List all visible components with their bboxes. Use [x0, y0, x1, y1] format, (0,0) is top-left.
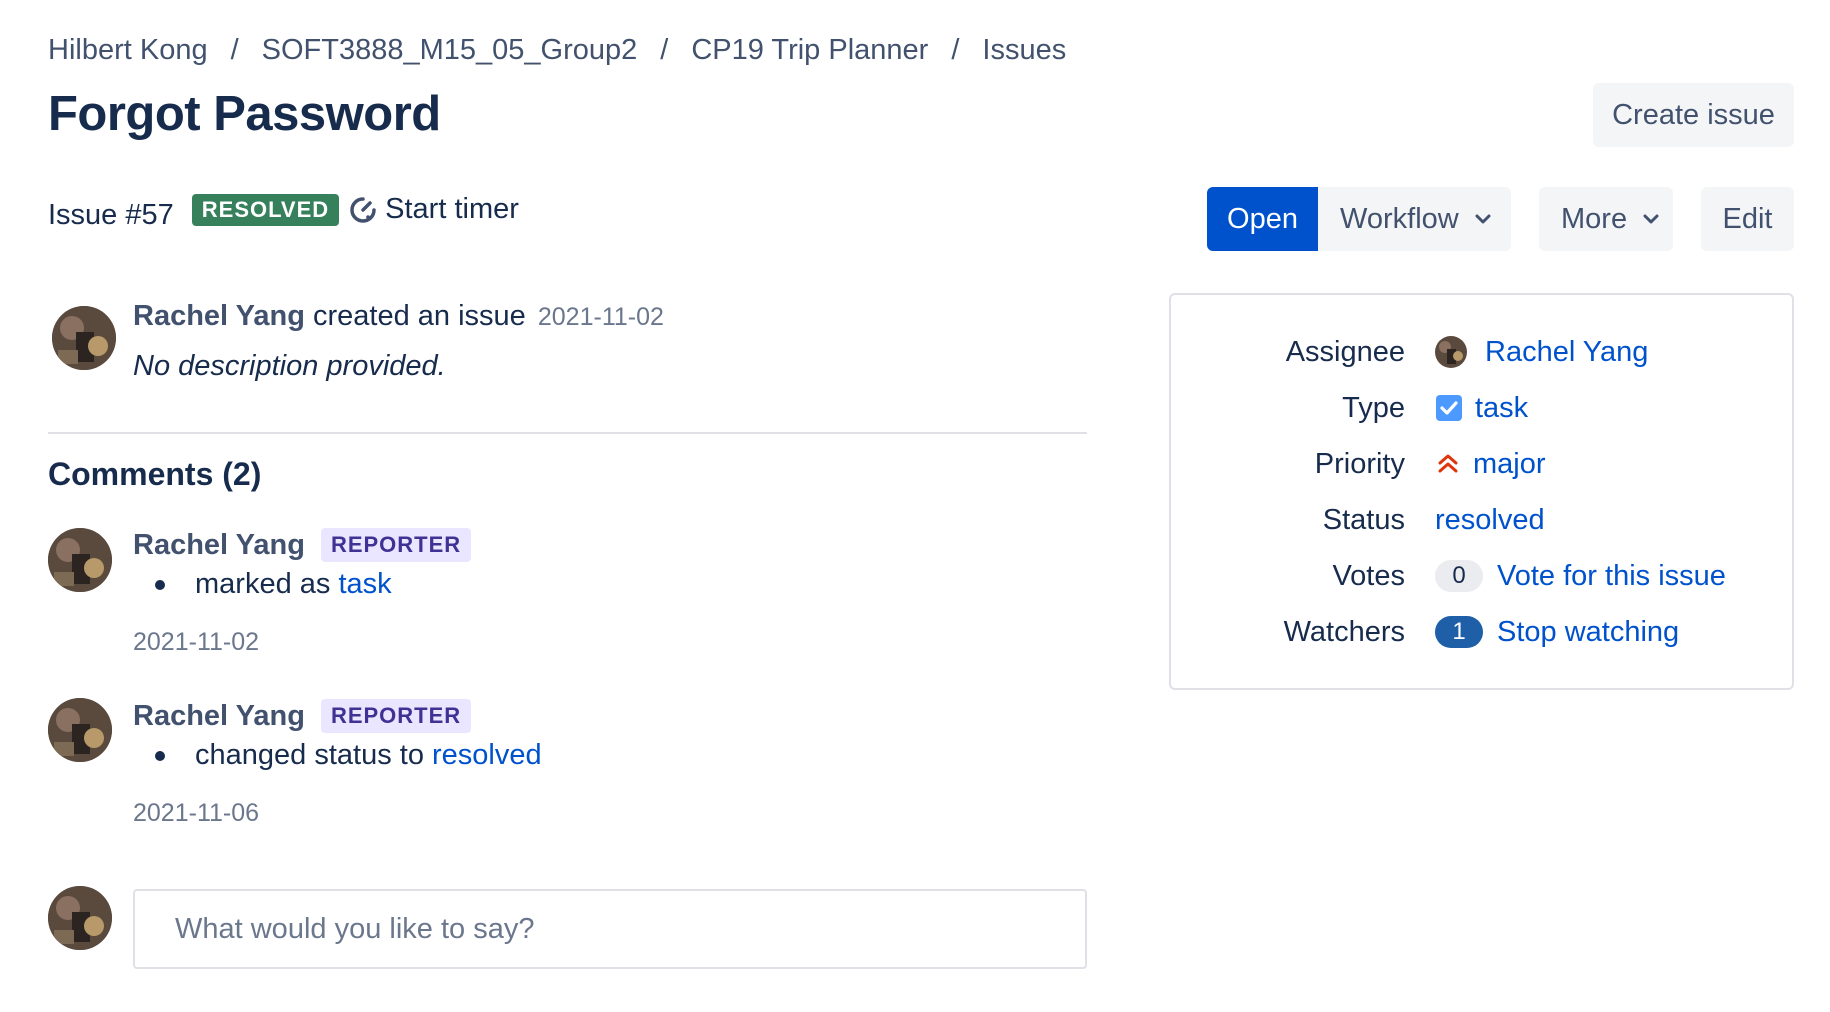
start-timer-button[interactable]: Start timer [349, 193, 519, 226]
assignee-label: Assignee [1285, 335, 1405, 368]
breadcrumb: Hilbert Kong / SOFT3888_M15_05_Group2 / … [48, 34, 1066, 67]
issue-meta: Issue #57 RESOLVED Start timer [48, 193, 519, 231]
comment-change: marked as task [133, 568, 392, 601]
comment-author-name[interactable]: Rachel Yang [133, 700, 305, 733]
comment-input[interactable] [133, 889, 1087, 969]
breadcrumb-item-user[interactable]: Hilbert Kong [48, 34, 208, 67]
activity-action: created an issue [313, 300, 526, 332]
open-button[interactable]: Open [1207, 187, 1318, 251]
property-priority: Priority major [1171, 444, 1792, 484]
avatar [1435, 336, 1467, 368]
bullet-icon [155, 750, 165, 761]
more-dropdown[interactable]: More [1539, 187, 1673, 251]
property-status: Status resolved [1171, 500, 1792, 540]
votes-label: Votes [1332, 559, 1405, 592]
assignee-value: Rachel Yang [1435, 336, 1648, 369]
watchers-label: Watchers [1283, 615, 1405, 648]
bullet-icon [155, 579, 165, 590]
avatar [52, 306, 116, 370]
priority-label: Priority [1314, 447, 1405, 480]
property-votes: Votes 0 Vote for this issue [1171, 556, 1792, 596]
priority-value: major [1435, 448, 1546, 481]
start-timer-label: Start timer [385, 193, 519, 225]
comment-date: 2021-11-02 [133, 628, 260, 656]
property-type: Type task [1171, 388, 1792, 428]
comment-author: Rachel Yang REPORTER [133, 528, 472, 562]
edit-button[interactable]: Edit [1701, 187, 1794, 251]
comment-change-prefix: changed status to [195, 739, 424, 771]
issue-description: No description provided. [133, 350, 446, 382]
votes-count-badge: 0 [1435, 560, 1483, 592]
priority-major-icon [1435, 451, 1461, 477]
type-label: Type [1342, 391, 1405, 424]
status-label: Status [1322, 503, 1405, 536]
property-assignee: Assignee Rachel Yang [1171, 332, 1792, 372]
activity-date: 2021-11-02 [537, 303, 664, 331]
watchers-count-badge: 1 [1435, 616, 1483, 648]
breadcrumb-item-group[interactable]: SOFT3888_M15_05_Group2 [262, 34, 638, 67]
activity-author[interactable]: Rachel Yang [133, 300, 305, 332]
breadcrumb-separator: / [660, 34, 669, 66]
reporter-badge: REPORTER [320, 699, 472, 733]
stop-watching-link[interactable]: Stop watching [1497, 616, 1679, 649]
avatar [48, 698, 112, 762]
comment-change: changed status to resolved [133, 739, 542, 772]
chevron-down-icon [1643, 213, 1659, 225]
assignee-link[interactable]: Rachel Yang [1485, 336, 1648, 369]
workflow-dropdown[interactable]: Workflow [1318, 187, 1511, 251]
issue-properties-panel: Assignee Rachel Yang Type task Priority … [1169, 293, 1794, 690]
breadcrumb-separator: / [951, 34, 960, 66]
breadcrumb-separator: / [230, 34, 239, 66]
breadcrumb-item-issues[interactable]: Issues [982, 34, 1066, 67]
reporter-badge: REPORTER [320, 528, 472, 562]
comment-change-prefix: marked as [195, 568, 331, 600]
task-checkbox-icon [1435, 394, 1463, 422]
create-issue-button[interactable]: Create issue [1593, 83, 1794, 147]
status-badge: RESOLVED [191, 193, 340, 226]
comment-date: 2021-11-06 [133, 799, 260, 827]
more-label: More [1561, 202, 1628, 235]
status-link[interactable]: resolved [1435, 504, 1545, 537]
status-value: resolved [1435, 504, 1545, 537]
avatar [48, 886, 112, 950]
activity-created: Rachel Yang created an issue 2021-11-02 [133, 300, 664, 333]
timer-icon [350, 196, 376, 223]
type-value: task [1435, 392, 1528, 425]
priority-link[interactable]: major [1473, 448, 1546, 481]
watchers-value: 1 Stop watching [1435, 616, 1679, 649]
chevron-down-icon [1475, 213, 1491, 225]
vote-link[interactable]: Vote for this issue [1497, 560, 1726, 593]
page-title: Forgot Password [48, 87, 441, 141]
avatar [48, 528, 112, 592]
comment-author: Rachel Yang REPORTER [133, 699, 472, 733]
divider [48, 432, 1087, 434]
workflow-label: Workflow [1340, 202, 1459, 235]
type-link[interactable]: task [1475, 392, 1528, 425]
breadcrumb-item-project[interactable]: CP19 Trip Planner [691, 34, 928, 67]
votes-value: 0 Vote for this issue [1435, 560, 1726, 593]
comment-author-name[interactable]: Rachel Yang [133, 529, 305, 562]
comments-title: Comments (2) [48, 456, 262, 492]
issue-number: Issue #57 [48, 199, 174, 231]
property-watchers: Watchers 1 Stop watching [1171, 612, 1792, 652]
comment-change-value-link[interactable]: task [338, 568, 391, 601]
comment-change-value-link[interactable]: resolved [432, 739, 542, 772]
